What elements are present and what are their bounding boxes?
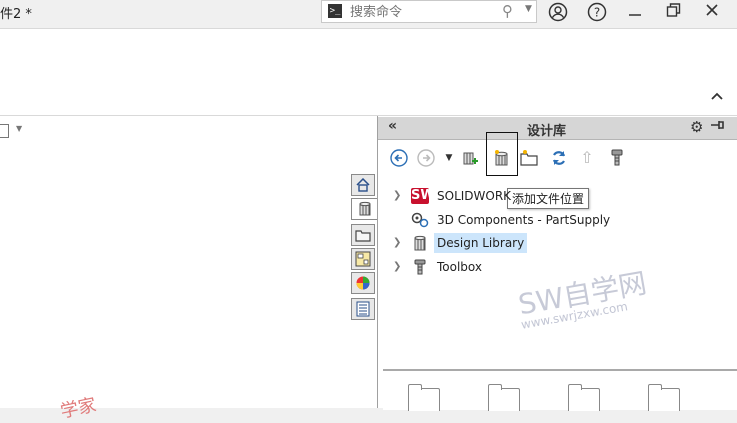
appearances-icon[interactable] [351, 272, 375, 294]
custom-properties-icon[interactable] [351, 298, 375, 320]
task-pane-tabs [351, 170, 377, 324]
graphics-area[interactable] [0, 116, 377, 408]
user-account-icon[interactable] [544, 0, 572, 24]
view-dropdown-icon[interactable]: ▼ [16, 124, 22, 133]
search-icon[interactable]: ⚲ [502, 2, 513, 20]
minimize-icon[interactable] [621, 0, 649, 24]
add-to-library-icon[interactable] [460, 146, 482, 170]
refresh-icon[interactable] [548, 146, 570, 170]
create-new-folder-icon[interactable] [519, 146, 541, 170]
command-manager-ribbon [0, 28, 737, 116]
dropdown-arrow-icon[interactable]: ▼ [438, 146, 460, 170]
tree-item-label: Design Library [434, 233, 528, 253]
command-search-box[interactable]: >_ ⚲ ▼ [321, 0, 537, 23]
file-explorer-icon[interactable] [351, 224, 375, 246]
search-dropdown-icon[interactable]: ▼ [525, 4, 532, 14]
expand-arrow-icon[interactable]: ❯ [393, 233, 403, 253]
help-icon[interactable]: ? [583, 0, 611, 24]
forward-icon[interactable] [415, 146, 437, 170]
restore-icon[interactable] [660, 0, 688, 24]
svg-text:?: ? [594, 6, 600, 20]
panel-title: 设计库 [527, 124, 567, 139]
up-one-level-icon[interactable]: ⇧ [576, 146, 598, 170]
close-icon[interactable] [698, 0, 726, 24]
design-library-icon [411, 235, 429, 251]
search-input[interactable] [348, 2, 502, 22]
tooltip: 添加文件位置 [507, 188, 590, 209]
document-title: 件2 * [0, 7, 32, 22]
expand-arrow-icon[interactable]: ❯ [393, 186, 403, 206]
expand-arrow-icon[interactable]: ❯ [393, 257, 403, 277]
view-orientation-icon[interactable] [0, 124, 9, 138]
home-icon[interactable] [351, 174, 375, 196]
add-file-location-icon[interactable] [491, 146, 513, 170]
toolbox-icon [411, 259, 429, 275]
view-palette-icon[interactable] [351, 248, 375, 270]
tree-item-label: Toolbox [437, 260, 482, 274]
command-prompt-icon: >_ [328, 4, 342, 18]
toolbox-icon[interactable] [606, 146, 628, 170]
collapse-panel-icon[interactable]: « [388, 118, 397, 134]
solidworks-content-icon: SW [411, 188, 435, 204]
3d-components-icon [411, 212, 429, 228]
tree-item-label: SOLIDWORK [437, 189, 512, 203]
design-library-tab-icon[interactable] [351, 198, 377, 220]
pin-icon[interactable] [710, 119, 726, 134]
back-icon[interactable] [388, 146, 410, 170]
gear-icon[interactable]: ⚙ [690, 118, 703, 136]
collapse-ribbon-icon[interactable] [711, 90, 723, 105]
tree-item-label: 3D Components - PartSupply [437, 213, 611, 227]
